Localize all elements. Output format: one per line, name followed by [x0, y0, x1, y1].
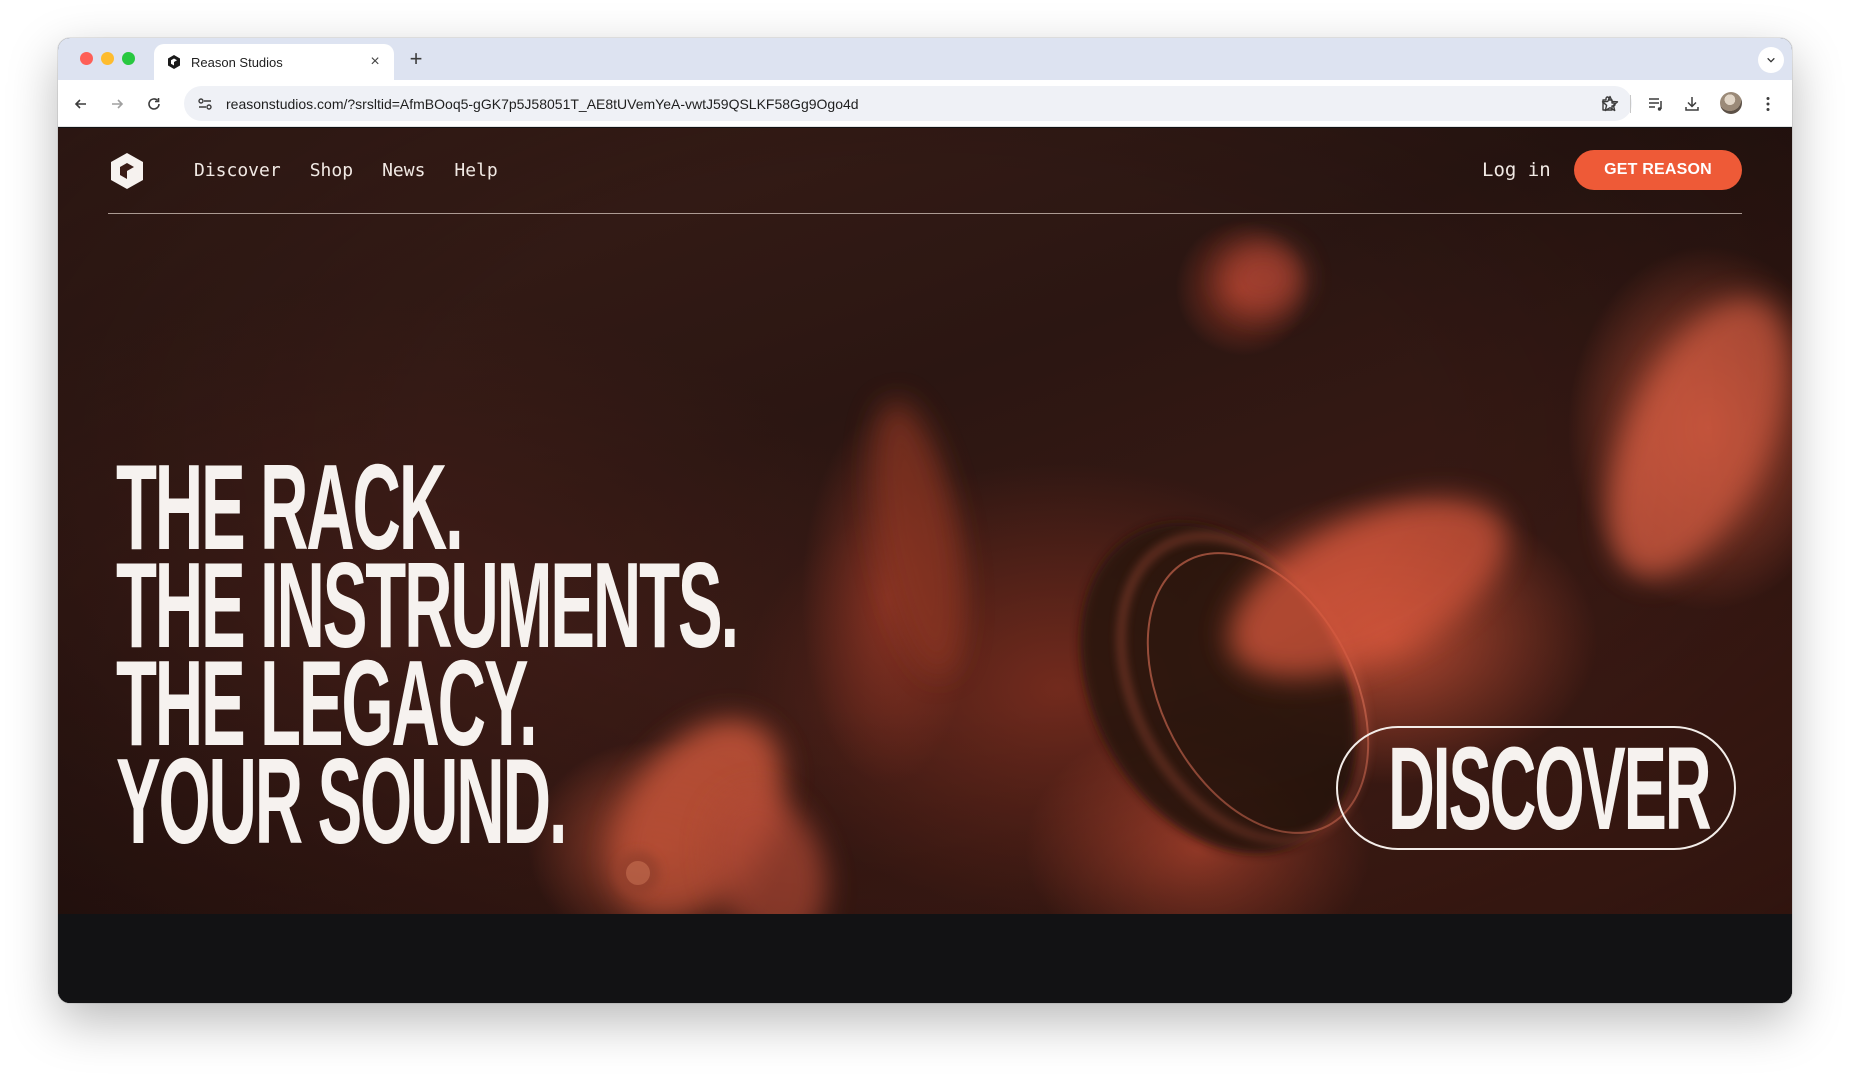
- download-button[interactable]: [1680, 92, 1704, 116]
- maximize-window-button[interactable]: [122, 52, 135, 65]
- forward-icon: [112, 99, 124, 109]
- reload-icon: [148, 98, 160, 110]
- back-button[interactable]: [69, 92, 93, 116]
- extensions-button[interactable]: [1596, 92, 1620, 116]
- forward-button[interactable]: [105, 92, 129, 116]
- address-bar[interactable]: reasonstudios.com/?srsltid=AfmBOoq5-gGK7…: [184, 86, 1632, 121]
- tab-reason-studios[interactable]: Reason Studios ×: [154, 44, 394, 80]
- nav-shop[interactable]: Shop: [310, 158, 353, 184]
- chevron-down-icon: [1767, 57, 1775, 63]
- browser-window: Reason Studios × + reasonstudios.com/?sr…: [58, 38, 1792, 1003]
- tab-search-button[interactable]: [1758, 47, 1784, 73]
- site-nav: Discover Shop News Help: [194, 158, 527, 184]
- media-queue-button[interactable]: [1644, 92, 1668, 116]
- hero-section: Discover Shop News Help Log in GET REASO…: [58, 128, 1792, 914]
- get-reason-button[interactable]: GET REASON: [1574, 150, 1742, 190]
- discover-button[interactable]: DISCOVER: [1336, 726, 1736, 850]
- close-window-button[interactable]: [80, 52, 93, 65]
- media-queue-icon: [1649, 98, 1662, 111]
- toolbar-divider: [1630, 95, 1631, 113]
- url-text[interactable]: reasonstudios.com/?srsltid=AfmBOoq5-gGK7…: [226, 96, 1600, 112]
- more-menu-button[interactable]: [1756, 92, 1780, 116]
- tab-strip: Reason Studios × +: [58, 38, 1792, 80]
- browser-toolbar: reasonstudios.com/?srsltid=AfmBOoq5-gGK7…: [58, 80, 1792, 127]
- minimize-window-button[interactable]: [101, 52, 114, 65]
- new-tab-button[interactable]: +: [403, 47, 429, 73]
- web-page: Discover Shop News Help Log in GET REASO…: [58, 128, 1792, 1003]
- reason-favicon-icon: [168, 55, 180, 69]
- headline-line-4: YOUR SOUND.: [116, 733, 567, 869]
- nav-help[interactable]: Help: [454, 158, 497, 184]
- hero-headline: THE RACK. THE INSTRUMENTS. THE LEGACY. Y…: [116, 446, 1245, 869]
- profile-avatar[interactable]: [1720, 92, 1742, 114]
- back-icon: [74, 99, 86, 109]
- extensions-icon: [1602, 96, 1616, 111]
- login-link[interactable]: Log in: [1482, 157, 1551, 183]
- site-settings-icon[interactable]: [196, 95, 214, 113]
- download-icon: [1685, 97, 1699, 111]
- discover-button-label: DISCOVER: [1388, 726, 1712, 850]
- below-hero-section: [58, 914, 1792, 1003]
- nav-news[interactable]: News: [382, 158, 425, 184]
- reload-button[interactable]: [142, 92, 166, 116]
- tab-close-icon[interactable]: ×: [366, 53, 384, 71]
- reason-logo-icon[interactable]: [110, 152, 144, 190]
- header-divider: [108, 213, 1742, 214]
- nav-discover[interactable]: Discover: [194, 158, 281, 184]
- tab-title: Reason Studios: [191, 54, 283, 70]
- more-menu-icon: [1766, 97, 1770, 111]
